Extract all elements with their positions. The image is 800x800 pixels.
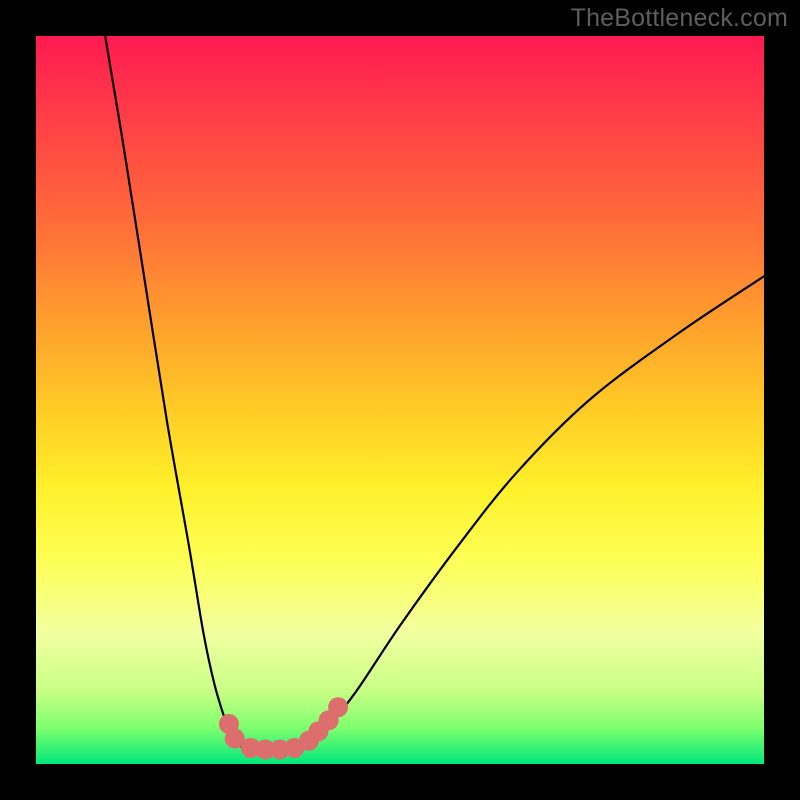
curve-layer [36, 36, 764, 764]
curve-path [105, 36, 764, 750]
chart-frame: TheBottleneck.com [0, 0, 800, 800]
bottleneck-curve [105, 36, 764, 750]
marker-points [219, 697, 348, 759]
plot-area [36, 36, 764, 764]
watermark-label: TheBottleneck.com [571, 4, 788, 33]
marker-dot [328, 697, 348, 717]
